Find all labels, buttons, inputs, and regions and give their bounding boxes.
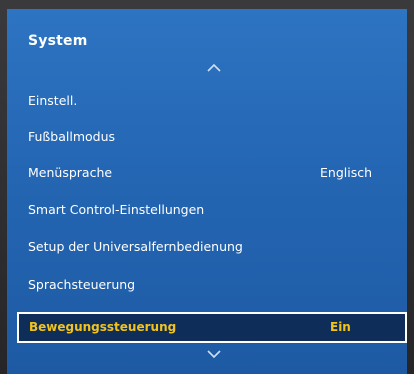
menu-item-label: Smart Control-Einstellungen <box>28 202 205 217</box>
menu-item-label: Einstell. <box>28 93 78 108</box>
menu-item-label: Sprachsteuerung <box>28 277 136 292</box>
menu-item-einstell[interactable]: Einstell. <box>7 87 407 115</box>
system-menu-panel: System Einstell. Fußballmodus Menüsprach… <box>7 9 407 374</box>
menu-item-label: Bewegungssteuerung <box>29 320 177 334</box>
menu-item-label: Menüsprache <box>28 165 113 180</box>
chevron-down-icon[interactable] <box>207 349 221 359</box>
menu-item-fussballmodus[interactable]: Fußballmodus <box>7 123 407 151</box>
menu-item-label: Setup der Universalfernbedienung <box>28 239 243 254</box>
menu-item-value: Ein <box>330 320 351 334</box>
menu-item-smart-control[interactable]: Smart Control-Einstellungen <box>7 196 407 224</box>
chevron-up-icon[interactable] <box>207 63 221 73</box>
menu-item-label: Fußballmodus <box>28 129 116 144</box>
menu-item-bewegungssteuerung[interactable]: Bewegungssteuerung Ein <box>17 312 407 343</box>
menu-item-sprachsteuerung[interactable]: Sprachsteuerung <box>7 271 407 299</box>
panel-title: System <box>28 33 88 49</box>
menu-item-menuesprache[interactable]: Menüsprache Englisch <box>7 159 407 187</box>
menu-item-value: Englisch <box>320 165 373 180</box>
screen-frame: System Einstell. Fußballmodus Menüsprach… <box>0 0 414 374</box>
menu-item-universalfernbedienung[interactable]: Setup der Universalfernbedienung <box>7 233 407 261</box>
